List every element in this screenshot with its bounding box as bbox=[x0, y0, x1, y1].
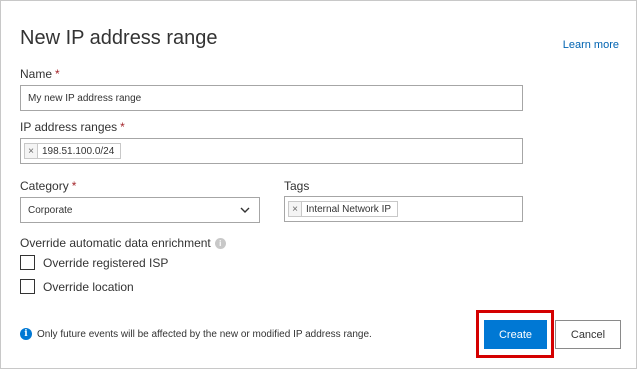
chip-remove-icon[interactable]: × bbox=[289, 202, 302, 216]
ip-ranges-required-mark: * bbox=[120, 120, 125, 134]
tag-chip: × Internal Network IP bbox=[288, 201, 399, 217]
override-location-checkbox[interactable] bbox=[20, 279, 35, 294]
override-isp-checkbox[interactable] bbox=[20, 255, 35, 270]
info-circle-icon: i bbox=[20, 328, 32, 340]
ip-ranges-input[interactable]: × 198.51.100.0/24 bbox=[20, 138, 523, 164]
name-label: Name * bbox=[20, 67, 60, 81]
name-input-value: My new IP address range bbox=[28, 92, 142, 104]
ip-range-chip-text: 198.51.100.0/24 bbox=[42, 145, 115, 157]
chip-remove-icon[interactable]: × bbox=[25, 144, 38, 158]
override-location-label: Override location bbox=[43, 279, 134, 294]
override-isp-label: Override registered ISP bbox=[43, 255, 169, 270]
override-isp-option[interactable]: Override registered ISP bbox=[20, 255, 168, 270]
tags-label: Tags bbox=[284, 179, 309, 193]
new-ip-range-dialog: New IP address range Learn more Name * My… bbox=[0, 0, 637, 369]
tags-label-text: Tags bbox=[284, 179, 310, 193]
tag-chip-text: Internal Network IP bbox=[306, 203, 392, 215]
category-selected-value: Corporate bbox=[28, 204, 73, 216]
category-label: Category * bbox=[20, 179, 76, 193]
info-icon[interactable]: i bbox=[214, 238, 226, 250]
cancel-button[interactable]: Cancel bbox=[555, 320, 621, 349]
create-button[interactable]: Create bbox=[484, 320, 547, 349]
name-input[interactable]: My new IP address range bbox=[20, 85, 523, 111]
footer-note-text: Only future events will be affected by t… bbox=[37, 328, 372, 340]
ip-range-chip: × 198.51.100.0/24 bbox=[24, 143, 122, 159]
name-required-mark: * bbox=[55, 67, 60, 81]
footer-note: i Only future events will be affected by… bbox=[20, 328, 372, 340]
category-label-text: Category bbox=[20, 179, 69, 193]
learn-more-link[interactable]: Learn more bbox=[563, 39, 619, 51]
override-location-option[interactable]: Override location bbox=[20, 279, 134, 294]
name-label-text: Name bbox=[20, 67, 53, 81]
dialog-title: New IP address range bbox=[20, 27, 218, 49]
category-required-mark: * bbox=[71, 179, 77, 193]
override-label-text: Override automatic data enrichment bbox=[20, 236, 211, 250]
override-label: Override automatic data enrichment i bbox=[20, 236, 226, 250]
ip-ranges-label: IP address ranges * bbox=[20, 120, 125, 134]
tags-input[interactable]: × Internal Network IP bbox=[284, 196, 523, 222]
ip-ranges-label-text: IP address ranges bbox=[20, 120, 118, 134]
category-select[interactable]: Corporate bbox=[20, 197, 260, 223]
chevron-down-icon bbox=[240, 207, 250, 213]
